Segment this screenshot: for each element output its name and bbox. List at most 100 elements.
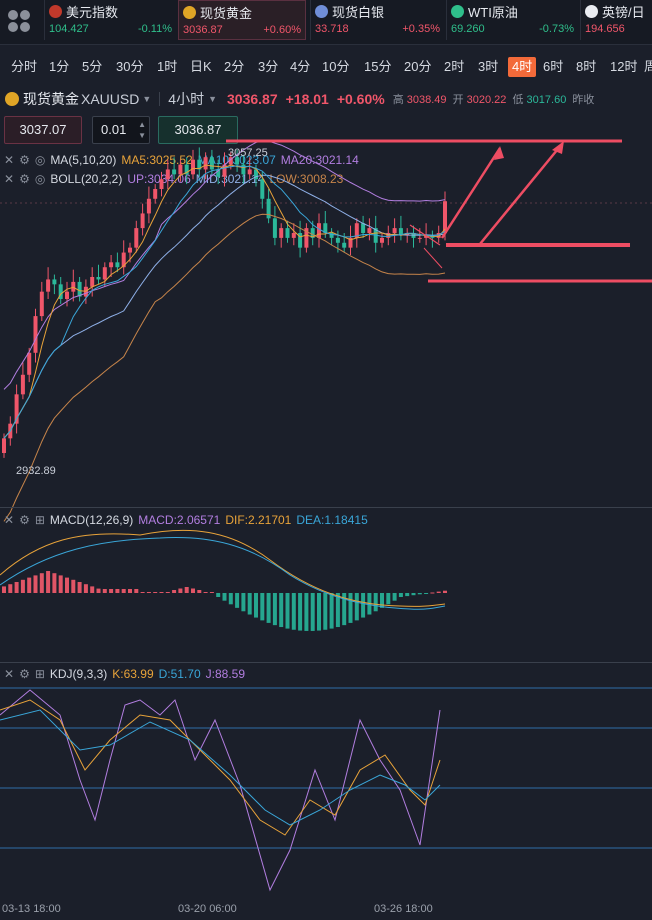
macd-bar (361, 593, 366, 618)
boll-mid-line (3, 174, 446, 439)
macd-bar (2, 586, 6, 593)
macd-bar (285, 593, 290, 629)
close-icon[interactable]: ✕ (4, 512, 14, 528)
time-label-1: 03-20 06:00 (178, 903, 237, 915)
macd-bar (304, 593, 309, 631)
candlestick-chart[interactable]: 3057.25 2932.89 03-13 18:00 03-20 06:00 03-2… (0, 0, 652, 920)
dif-value: DIF:2.21701 (225, 513, 292, 527)
candle-body (27, 352, 32, 375)
candle-body (39, 291, 44, 317)
candle-body (134, 228, 139, 248)
candle-body (285, 228, 290, 238)
macd-bar (228, 593, 233, 605)
time-label-0: 03-13 18:00 (2, 903, 61, 915)
macd-bar (216, 593, 221, 597)
candle-body (367, 228, 372, 233)
macd-bar (241, 593, 246, 612)
macd-bar (272, 593, 277, 626)
macd-bar (178, 588, 183, 593)
candle-body (46, 279, 51, 292)
macd-legend: ✕ ⚙ ⊞ MACD(12,26,9) MACD:2.06571 DIF:2.2… (4, 512, 368, 528)
macd-panel-divider (0, 507, 652, 508)
close-icon[interactable]: ✕ (4, 666, 14, 682)
add-icon[interactable]: ⊞ (35, 666, 45, 682)
macd-bar (27, 577, 32, 593)
macd-bar (254, 593, 258, 618)
macd-bar (279, 593, 284, 628)
trend-line-2 (423, 247, 443, 269)
macd-bar (298, 593, 303, 631)
boll-lower-line (3, 213, 446, 522)
peak-price-label: 3057.25 (228, 147, 268, 159)
settings-icon[interactable]: ⚙ (19, 512, 30, 528)
candle-body (128, 247, 132, 253)
macd-bar (209, 592, 214, 593)
macd-bar (46, 571, 51, 593)
macd-bar (235, 593, 240, 608)
j-line (0, 689, 441, 892)
candle-body (417, 237, 422, 239)
d-value: D:51.70 (158, 667, 201, 681)
macd-bar (33, 575, 38, 593)
candle-body (291, 233, 296, 238)
macd-bar (329, 593, 334, 629)
macd-bar (260, 593, 265, 621)
macd-bar (165, 592, 170, 593)
candle-body (260, 179, 265, 199)
macd-bar (140, 592, 145, 593)
macd-bar (146, 592, 151, 593)
settings-icon[interactable]: ⚙ (19, 666, 30, 682)
ma10-line (3, 165, 446, 439)
macd-bar (128, 589, 132, 593)
macd-bar (436, 591, 441, 593)
macd-bar (373, 593, 378, 612)
candle-body (102, 267, 107, 280)
macd-bar (310, 593, 315, 631)
candle-body (172, 169, 177, 175)
macd-bar (159, 592, 164, 593)
candle-body (317, 223, 321, 238)
macd-bar (121, 589, 126, 593)
candle-body (159, 179, 164, 189)
macd-bar (417, 593, 422, 595)
macd-bar (405, 593, 410, 597)
add-icon[interactable]: ⊞ (35, 512, 45, 528)
d-line (0, 709, 441, 826)
macd-bar (102, 589, 107, 593)
macd-value: MACD:2.06571 (138, 513, 221, 527)
candle-body (209, 157, 214, 170)
k-value: K:63.99 (112, 667, 154, 681)
macd-bar (197, 590, 202, 593)
macd-bar (348, 593, 353, 623)
macd-bar (153, 592, 158, 593)
macd-bar (191, 588, 195, 593)
candle-body (77, 281, 82, 297)
macd-bar (266, 593, 271, 623)
macd-bar (424, 593, 429, 594)
candle-body (20, 374, 25, 395)
macd-bar (39, 573, 44, 593)
macd-bar (430, 592, 435, 594)
candle-body (2, 438, 6, 453)
trough-price-label: 2932.89 (16, 465, 56, 477)
macd-bar (386, 593, 391, 605)
arrow-line-1 (440, 147, 502, 239)
macd-bar (20, 579, 25, 593)
dea-value: DEA:1.18415 (296, 513, 368, 527)
macd-bar (96, 588, 101, 593)
kdj-panel-divider (0, 662, 652, 663)
candle-body (165, 169, 170, 180)
candle-body (241, 164, 246, 175)
macd-bar (203, 592, 208, 593)
candle-body (380, 237, 384, 243)
macd-bar (52, 573, 57, 593)
candle-body (140, 213, 145, 229)
candle-body (33, 316, 38, 353)
macd-name: MACD(12,26,9) (49, 513, 134, 527)
candle-body (178, 164, 183, 175)
k-line (0, 699, 441, 836)
candle-body (279, 228, 284, 238)
macd-bar (77, 582, 82, 593)
j-value: J:88.59 (205, 667, 246, 681)
macd-bar (58, 575, 63, 593)
